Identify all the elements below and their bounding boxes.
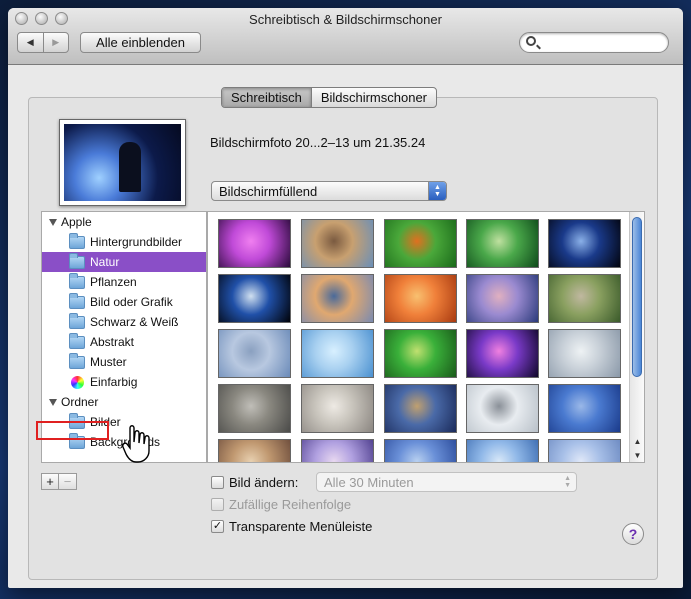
back-icon: ◀: [26, 37, 34, 47]
wallpaper-thumbnail-purple-galaxy[interactable]: [466, 329, 539, 378]
color-wheel-icon: [71, 375, 84, 389]
scroll-down-icon[interactable]: ▼: [630, 448, 644, 462]
nav-buttons: ◀ ▶: [17, 32, 69, 53]
source-item-muster[interactable]: Muster: [42, 352, 206, 372]
source-item-schwarz-weiss[interactable]: Schwarz & Weiß: [42, 312, 206, 332]
source-item-label: Schwarz & Weiß: [90, 315, 179, 329]
wallpaper-thumbnail-earth-horizon[interactable]: [548, 219, 621, 268]
source-item-label: Hintergrundbilder: [90, 235, 183, 249]
wallpaper-thumbnail-leopard-rocks[interactable]: [384, 384, 457, 433]
fill-mode-value: Bildschirmfüllend: [219, 183, 318, 199]
interval-select: Alle 30 Minuten ▲ ▼: [316, 472, 577, 492]
group-folders[interactable]: Ordner: [42, 392, 206, 412]
wallpaper-thumbnail-dandelion-seeds[interactable]: [548, 329, 621, 378]
wallpaper-thumbnail-snow-leopard[interactable]: [466, 384, 539, 433]
source-item-bild-oder-grafik[interactable]: Bild oder Grafik: [42, 292, 206, 312]
search-icon: [526, 36, 536, 46]
window-title: Schreibtisch & Bildschirmschoner: [249, 12, 442, 27]
source-item-pflanzen[interactable]: Pflanzen: [42, 272, 206, 292]
add-folder-button[interactable]: +: [41, 473, 59, 490]
list-buttons: + −: [41, 473, 77, 490]
wallpaper-thumbnail-sand-dunes-orange[interactable]: [384, 274, 457, 323]
change-picture-option[interactable]: Bild ändern:: [211, 475, 298, 490]
wallpaper-thumbnail-purple-sky[interactable]: [301, 439, 374, 462]
wallpaper-thumbnail-mountain-valley[interactable]: [301, 219, 374, 268]
source-item-label: Bild oder Grafik: [90, 295, 173, 309]
folder-icon: [69, 332, 85, 349]
source-item-hintergrundbilder[interactable]: Hintergrundbilder: [42, 232, 206, 252]
source-item-label: Abstrakt: [90, 335, 135, 349]
wallpaper-thumbnail-lake-reflection[interactable]: [466, 439, 539, 462]
random-order-label: Zufällige Reihenfolge: [229, 497, 352, 512]
wallpaper-thumbnail-desert-rocks[interactable]: [218, 439, 291, 462]
wallpaper-thumbnail-ice-crystals[interactable]: [301, 329, 374, 378]
photo-name: Bildschirmfoto 20...2–13 um 21.35.24: [210, 135, 426, 150]
back-button[interactable]: ◀: [18, 33, 43, 52]
wallpaper-thumbnail-zen-garden[interactable]: [548, 274, 621, 323]
folder-icon: [69, 252, 85, 269]
scroll-thumb[interactable]: [632, 217, 642, 377]
wallpaper-thumbnail-blue-waves[interactable]: [548, 384, 621, 433]
wallpaper-grid: ▲ ▼: [207, 211, 645, 463]
wallpaper-thumbnail-foggy-sea[interactable]: [218, 329, 291, 378]
hand-cursor-icon: [122, 425, 150, 463]
vertical-scrollbar[interactable]: ▲ ▼: [629, 212, 644, 462]
fill-mode-select[interactable]: Bildschirmfüllend ▲ ▼: [211, 181, 447, 201]
translucent-menubar-checkbox[interactable]: ✓: [211, 520, 224, 533]
translucent-menubar-option[interactable]: ✓ Transparente Menüleiste: [211, 519, 372, 534]
highlight-annotation: [36, 421, 109, 440]
folder-icon: [69, 272, 85, 289]
source-item-natur[interactable]: Natur: [42, 252, 206, 272]
source-item-label: Pflanzen: [90, 275, 137, 289]
random-order-checkbox: [211, 498, 224, 511]
wallpaper-thumbnail-sunset-clouds[interactable]: [301, 274, 374, 323]
disclosure-triangle-icon[interactable]: [49, 218, 57, 226]
source-item-label: Natur: [90, 255, 120, 269]
group-label: Ordner: [61, 395, 99, 409]
search-field[interactable]: [519, 32, 669, 53]
wallpaper-thumbnail-magenta-flower[interactable]: [218, 219, 291, 268]
wallpaper-thumbnail-ladybug-leaf[interactable]: [384, 329, 457, 378]
wallpaper-thumbnail-clownfish-anemone[interactable]: [384, 219, 457, 268]
forward-icon: ▶: [52, 37, 60, 47]
search-input[interactable]: [540, 35, 660, 50]
preview-image: [64, 124, 181, 201]
wallpaper-thumbnail-soft-clouds[interactable]: [548, 439, 621, 462]
preferences-window: Schreibtisch & Bildschirmschoner ◀ ▶ All…: [8, 8, 683, 588]
title-bar: Schreibtisch & Bildschirmschoner ◀ ▶ All…: [8, 8, 683, 65]
folder-icon: [69, 352, 85, 369]
source-item-abstrakt[interactable]: Abstrakt: [42, 332, 206, 352]
folder-icon: [69, 232, 85, 249]
tab-bar: Schreibtisch Bildschirmschoner: [221, 87, 438, 108]
folder-icon: [69, 292, 85, 309]
source-item-einfarbig[interactable]: Einfarbig: [42, 372, 206, 392]
random-order-option: Zufällige Reihenfolge: [211, 497, 351, 512]
scroll-up-icon[interactable]: ▲: [630, 434, 644, 448]
change-picture-checkbox[interactable]: [211, 476, 224, 489]
wallpaper-thumbnail-green-leaf-drop[interactable]: [466, 219, 539, 268]
wallpaper-thumbnail-ocean-blue[interactable]: [384, 439, 457, 462]
wallpaper-thumbnail-stone-beach[interactable]: [218, 384, 291, 433]
group-label: Apple: [61, 215, 92, 229]
translucent-menubar-label: Transparente Menüleiste: [229, 519, 373, 534]
show-all-button[interactable]: Alle einblenden: [80, 32, 201, 53]
change-picture-label: Bild ändern:: [229, 475, 299, 490]
remove-folder-button[interactable]: −: [59, 473, 77, 490]
wallpaper-thumbnail-aurora-dunes[interactable]: [466, 274, 539, 323]
tab-desktop[interactable]: Schreibtisch: [222, 88, 311, 107]
select-arrows-icon: ▲ ▼: [428, 182, 446, 200]
wallpaper-thumbnail-earth-globe[interactable]: [218, 274, 291, 323]
disclosure-triangle-icon[interactable]: [49, 398, 57, 406]
select-arrows-icon: ▲ ▼: [564, 475, 571, 489]
interval-value: Alle 30 Minuten: [324, 474, 414, 490]
folder-icon: [69, 312, 85, 329]
wallpaper-thumbnail-pebbles[interactable]: [301, 384, 374, 433]
desktop-preview: [59, 119, 186, 206]
forward-button[interactable]: ▶: [42, 33, 69, 52]
source-item-label: Muster: [90, 355, 127, 369]
tab-screensaver[interactable]: Bildschirmschoner: [310, 88, 436, 107]
group-apple[interactable]: Apple: [42, 212, 206, 232]
help-button[interactable]: ?: [622, 523, 644, 545]
source-item-label: Einfarbig: [90, 375, 138, 389]
